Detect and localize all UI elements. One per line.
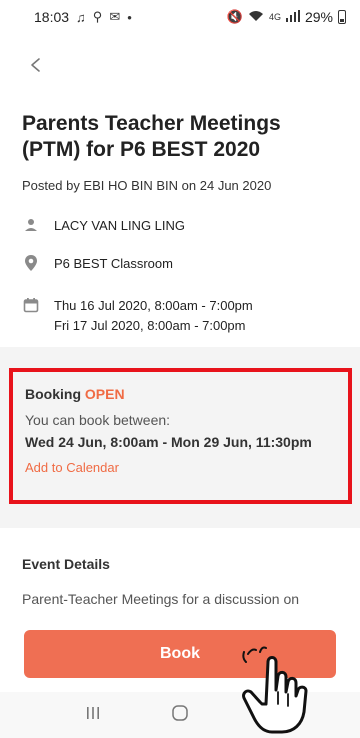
key-icon: ⚲ bbox=[92, 9, 103, 24]
booking-between-text: You can book between: bbox=[25, 412, 171, 428]
booking-status: OPEN bbox=[84, 386, 125, 402]
posted-by: Posted by EBI HO BIN BIN on 24 Jun 2020 bbox=[22, 178, 272, 193]
home-icon bbox=[171, 704, 189, 727]
mute-icon: 🔇 bbox=[226, 9, 243, 24]
hand-pointer-icon bbox=[238, 640, 312, 734]
teacher-name: LACY VAN LING LING bbox=[54, 218, 186, 233]
home-button[interactable] bbox=[160, 700, 200, 730]
network-type: 4G bbox=[268, 12, 281, 22]
battery-percent: 29% bbox=[304, 9, 333, 25]
event-title: Parents Teacher Meetings (PTM) for P6 BE… bbox=[22, 112, 281, 161]
calendar-icon bbox=[22, 296, 40, 314]
event-details-heading: Event Details bbox=[22, 556, 110, 572]
recents-icon bbox=[85, 706, 101, 725]
date-line: Fri 17 Jul 2020, 8:00am - 7:00pm bbox=[54, 318, 246, 333]
booking-label: Booking bbox=[25, 386, 81, 402]
date-list: Thu 16 Jul 2020, 8:00am - 7:00pm Fri 17 … bbox=[54, 296, 253, 336]
event-details-text: Parent-Teacher Meetings for a discussion… bbox=[22, 591, 300, 607]
chevron-left-icon bbox=[22, 58, 52, 84]
back-button[interactable] bbox=[22, 50, 52, 80]
pin-icon bbox=[22, 254, 40, 272]
notification-icon: ♫ bbox=[76, 9, 86, 25]
person-icon bbox=[22, 216, 40, 234]
location-row: P6 BEST Classroom bbox=[22, 254, 173, 274]
add-to-calendar-link[interactable]: Add to Calendar bbox=[25, 460, 348, 475]
wifi-icon bbox=[248, 10, 264, 25]
status-time: 18:03 bbox=[34, 9, 70, 25]
status-bar: 18:03 ♫ ⚲ ✉ • 🔇 4G 29% bbox=[0, 0, 360, 34]
date-line: Thu 16 Jul 2020, 8:00am - 7:00pm bbox=[54, 298, 253, 313]
teacher-row: LACY VAN LING LING bbox=[22, 216, 185, 236]
signal-icon bbox=[285, 9, 300, 25]
date-row: Thu 16 Jul 2020, 8:00am - 7:00pm Fri 17 … bbox=[22, 296, 253, 336]
dot-icon: • bbox=[127, 9, 132, 25]
booking-heading: Booking OPEN bbox=[25, 386, 348, 402]
location-text: P6 BEST Classroom bbox=[54, 256, 173, 271]
status-left: 18:03 ♫ ⚲ ✉ • bbox=[34, 9, 132, 25]
status-right: 🔇 4G 29% bbox=[227, 9, 346, 25]
battery-icon bbox=[338, 10, 346, 24]
booking-range: Wed 24 Jun, 8:00am - Mon 29 Jun, 11:30pm bbox=[25, 434, 312, 450]
message-icon: ✉ bbox=[109, 9, 121, 24]
booking-card: Booking OPEN You can book between: Wed 2… bbox=[9, 368, 352, 504]
recent-apps-button[interactable] bbox=[73, 700, 113, 730]
